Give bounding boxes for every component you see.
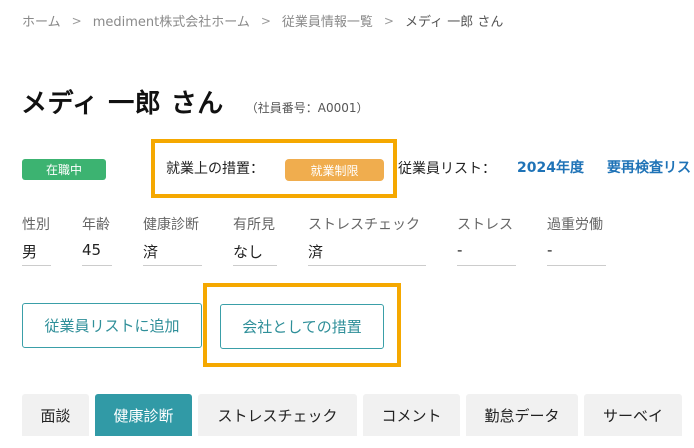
info-field-health-checkup: 健康診断 済 (143, 214, 202, 266)
info-field-label: 年齢 (82, 217, 110, 233)
breadcrumb-separator-icon: > (383, 13, 394, 28)
breadcrumb-company-home[interactable]: mediment株式会社ホーム (93, 11, 250, 30)
breadcrumb-current: メディ 一郎 さん (404, 15, 504, 30)
info-field-stress: ストレス - (457, 214, 516, 266)
info-field-value: 済 (143, 241, 202, 266)
company-measure-button[interactable]: 会社としての措置 (220, 304, 384, 349)
tab-stress-check[interactable]: ストレスチェック (198, 394, 357, 436)
info-field-findings: 有所見 なし (233, 214, 277, 266)
info-field-label: 過重労働 (547, 217, 603, 233)
info-field-value: なし (233, 241, 277, 266)
tab-comment[interactable]: コメント (363, 394, 460, 436)
breadcrumb-home[interactable]: ホーム (22, 11, 61, 30)
info-field-value: 45 (82, 241, 112, 266)
breadcrumb-separator-icon: > (260, 13, 271, 28)
info-field-value: 男 (22, 241, 51, 266)
employee-detail-page: ホーム > mediment株式会社ホーム > 従業員情報一覧 > メディ 一郎… (0, 0, 694, 448)
tab-interview[interactable]: 面談 (22, 394, 89, 436)
breadcrumb: ホーム > mediment株式会社ホーム > 従業員情報一覧 > メディ 一郎… (22, 11, 504, 31)
title-row: メディ 一郎 さん （社員番号：A0001） (21, 83, 369, 120)
employee-list-link-reexam[interactable]: 要再検査リスト (607, 157, 694, 177)
info-field-label: 有所見 (233, 217, 275, 233)
page-title: メディ 一郎 さん (21, 89, 224, 119)
breadcrumb-separator-icon: > (71, 13, 82, 28)
info-field-label: ストレス (457, 217, 513, 233)
employee-number: （社員番号：A0001） (245, 101, 369, 115)
info-field-value: - (457, 241, 516, 266)
breadcrumb-employee-list[interactable]: 従業員情報一覧 (282, 11, 373, 30)
work-restriction-badge: 就業制限 (285, 159, 384, 181)
info-field-value: 済 (308, 241, 426, 266)
info-field-gender: 性別 男 (22, 214, 51, 266)
detail-tabs: 面談 健康診断 ストレスチェック コメント 勤怠データ サーベイ (22, 394, 688, 436)
employee-list-link-2024[interactable]: 2024年度 (517, 157, 584, 177)
tab-health-checkup[interactable]: 健康診断 (95, 394, 192, 436)
info-field-overwork: 過重労働 - (547, 214, 606, 266)
info-field-label: ストレスチェック (308, 217, 420, 233)
info-field-label: 性別 (22, 217, 50, 233)
employment-status-badge: 在職中 (22, 159, 106, 180)
info-field-age: 年齢 45 (82, 214, 112, 266)
tab-survey[interactable]: サーベイ (584, 394, 682, 436)
add-to-employee-list-button[interactable]: 従業員リストに追加 (22, 303, 202, 348)
employee-list-label: 従業員リスト： (398, 161, 496, 177)
work-measure-label: 就業上の措置： (166, 161, 264, 177)
info-field-label: 健康診断 (143, 217, 199, 233)
tab-attendance-data[interactable]: 勤怠データ (466, 394, 578, 436)
info-field-value: - (547, 241, 606, 266)
info-field-stress-check: ストレスチェック 済 (308, 214, 426, 266)
